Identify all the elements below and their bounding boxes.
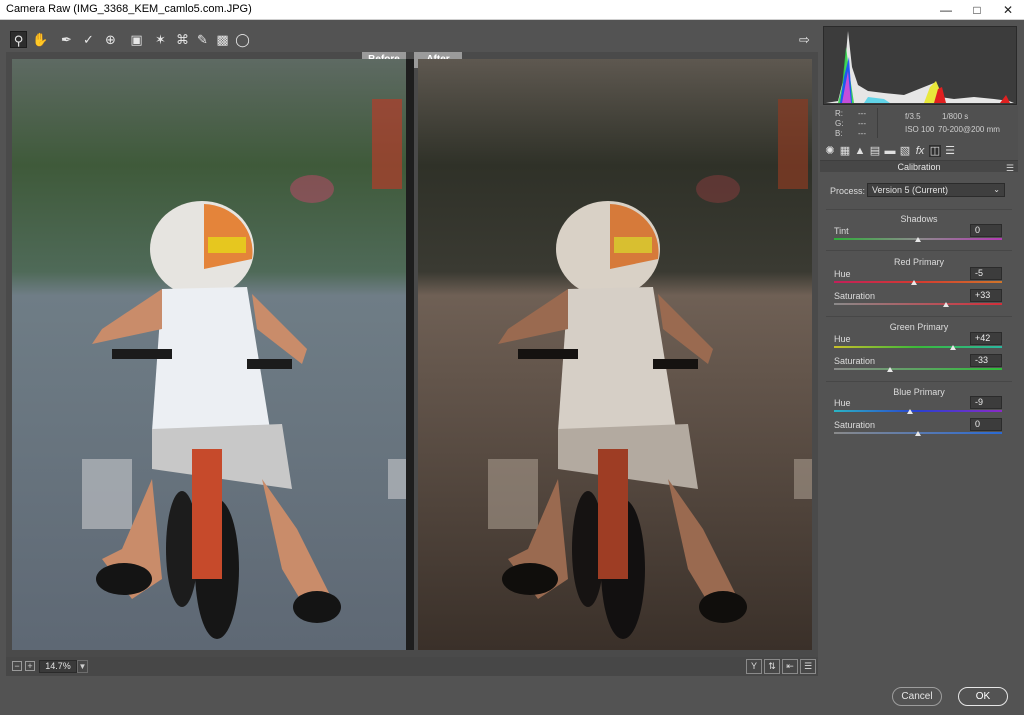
- blue-saturation-value[interactable]: 0: [970, 418, 1002, 431]
- brush-icon[interactable]: ✎: [194, 31, 211, 48]
- blue-hue-thumb[interactable]: [907, 409, 913, 414]
- window-title-bar: Camera Raw (IMG_3368_KEM_camlo5.com.JPG): [0, 0, 1024, 20]
- bottom-bar: − + 14.7% ▼ Y ⇅ ⇤ ☰: [6, 657, 818, 676]
- maximize-icon[interactable]: □: [962, 0, 992, 20]
- panel-header: Calibration ☰: [820, 160, 1018, 174]
- export-icon[interactable]: ⇨: [796, 31, 813, 48]
- crop-icon[interactable]: ▣: [128, 31, 145, 48]
- fx-icon[interactable]: fx: [914, 145, 926, 157]
- green-hue-slider[interactable]: [834, 346, 1002, 348]
- iso-value: ISO 100: [905, 125, 935, 134]
- process-value: Version 5 (Current): [872, 185, 949, 195]
- shadows-tint-label: Tint: [834, 226, 849, 236]
- green-hue-value[interactable]: +42: [970, 332, 1002, 345]
- tone-curve-icon[interactable]: ▦: [839, 145, 851, 157]
- lens-value: 70-200@200 mm: [938, 125, 1000, 134]
- detail-icon[interactable]: ▲: [854, 145, 866, 157]
- g-value: ---: [858, 119, 866, 128]
- spot-removal-icon[interactable]: ✶: [152, 31, 169, 48]
- g-label: G:: [835, 119, 844, 128]
- window-title: Camera Raw (IMG_3368_KEM_camlo5.com.JPG): [6, 3, 252, 15]
- separator: [826, 250, 1012, 251]
- color-sampler-icon[interactable]: ✓: [80, 31, 97, 48]
- calibration-icon[interactable]: ◫: [929, 145, 941, 157]
- r-label: R:: [835, 109, 843, 118]
- blue-hue-slider[interactable]: [834, 410, 1002, 412]
- red-hue-value[interactable]: -5: [970, 267, 1002, 280]
- green-hue-thumb[interactable]: [950, 345, 956, 350]
- graduated-filter-icon[interactable]: ▩: [214, 31, 231, 48]
- ok-button[interactable]: OK: [958, 687, 1008, 706]
- separator: [826, 316, 1012, 317]
- shadows-tint-thumb[interactable]: [915, 237, 921, 242]
- eyedropper-icon[interactable]: ✒: [58, 31, 75, 48]
- zoom-out-icon[interactable]: −: [12, 661, 22, 671]
- zoom-level-field[interactable]: 14.7%: [39, 660, 77, 673]
- hsl-icon[interactable]: ▤: [869, 145, 881, 157]
- separator: [826, 381, 1012, 382]
- shadows-tint-value[interactable]: 0: [970, 224, 1002, 237]
- blue-hue-label: Hue: [834, 398, 851, 408]
- zoom-dropdown-icon[interactable]: ▼: [77, 660, 88, 673]
- lens-corrections-icon[interactable]: ▧: [899, 145, 911, 157]
- green-saturation-thumb[interactable]: [887, 367, 893, 372]
- red-saturation-slider[interactable]: [834, 303, 1002, 305]
- separator: [826, 209, 1012, 210]
- green-primary-title: Green Primary: [889, 322, 949, 332]
- panel-title: Calibration: [897, 162, 941, 172]
- preview-preferences-icon[interactable]: ☰: [800, 659, 816, 674]
- blue-saturation-thumb[interactable]: [915, 431, 921, 436]
- before-after-toggle-icon[interactable]: Y: [746, 659, 762, 674]
- adjustment-panel: R: --- G: --- B: --- f/3.5 1/800 s ISO 1…: [820, 26, 1018, 676]
- red-saturation-value[interactable]: +33: [970, 289, 1002, 302]
- zoom-in-icon[interactable]: +: [25, 661, 35, 671]
- radial-filter-icon[interactable]: ◯: [234, 31, 251, 48]
- green-saturation-value[interactable]: -33: [970, 354, 1002, 367]
- b-value: ---: [858, 129, 866, 138]
- panel-menu-icon[interactable]: ☰: [1006, 162, 1014, 174]
- blue-saturation-label: Saturation: [834, 420, 876, 430]
- process-select[interactable]: Version 5 (Current) ⌄: [867, 183, 1005, 197]
- red-saturation-thumb[interactable]: [943, 302, 949, 307]
- readout-divider: [877, 108, 878, 138]
- close-icon[interactable]: ✕: [993, 0, 1023, 20]
- cancel-button[interactable]: Cancel: [892, 687, 942, 706]
- red-saturation-label: Saturation: [834, 291, 876, 301]
- target-adjust-icon[interactable]: ⊕: [102, 31, 119, 48]
- blue-hue-value[interactable]: -9: [970, 396, 1002, 409]
- red-eye-icon[interactable]: ⌘: [174, 31, 191, 48]
- aperture-value: f/3.5: [905, 112, 921, 121]
- presets-icon[interactable]: ☰: [944, 145, 956, 157]
- red-hue-label: Hue: [834, 269, 851, 279]
- shadows-title: Shadows: [900, 214, 938, 224]
- image-view-area[interactable]: Before After: [6, 52, 818, 657]
- copy-settings-icon[interactable]: ⇤: [782, 659, 798, 674]
- process-label: Process:: [830, 186, 866, 196]
- before-photo: [12, 59, 406, 650]
- minimize-icon[interactable]: —: [931, 0, 961, 20]
- shutter-value: 1/800 s: [942, 112, 969, 121]
- b-label: B:: [835, 129, 843, 138]
- hand-icon[interactable]: ✋: [32, 31, 49, 48]
- r-value: ---: [858, 109, 866, 118]
- view-divider: [406, 59, 414, 650]
- basic-panel-icon[interactable]: ✺: [824, 145, 836, 157]
- after-photo: [418, 59, 812, 650]
- zoom-icon[interactable]: ⚲: [10, 31, 27, 48]
- split-toning-icon[interactable]: ▬: [884, 145, 896, 157]
- panel-tabs: ✺ ▦ ▲ ▤ ▬ ▧ fx ◫ ☰: [820, 143, 1018, 161]
- toolbar: ⚲ ✋ ✒ ✓ ⊕ ▣ ✶ ⌘ ✎ ▩ ◯ ⇨: [6, 28, 818, 52]
- red-primary-title: Red Primary: [893, 257, 944, 267]
- chevron-down-icon: ⌄: [993, 185, 1000, 194]
- green-hue-label: Hue: [834, 334, 851, 344]
- green-saturation-label: Saturation: [834, 356, 876, 366]
- swap-settings-icon[interactable]: ⇅: [764, 659, 780, 674]
- green-saturation-slider[interactable]: [834, 368, 1002, 370]
- red-hue-thumb[interactable]: [911, 280, 917, 285]
- red-hue-slider[interactable]: [834, 281, 1002, 283]
- histogram: [823, 26, 1017, 105]
